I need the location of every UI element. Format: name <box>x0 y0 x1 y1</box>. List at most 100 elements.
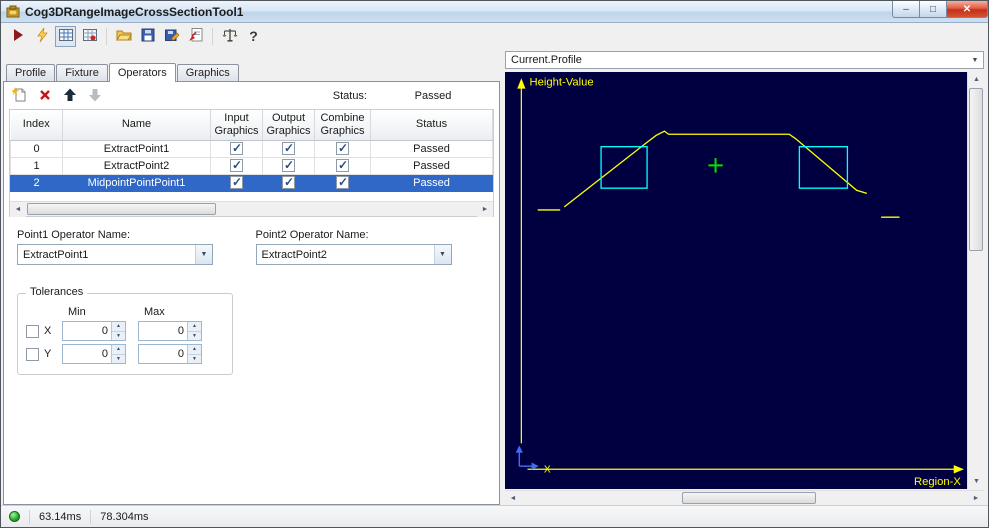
col-header-input-graphics[interactable]: Input Graphics <box>210 110 263 141</box>
output-graphics-checkbox[interactable] <box>282 175 295 189</box>
cell-status: Passed <box>370 139 493 158</box>
point2-operator-combobox[interactable]: ExtractPoint2 ▼ <box>255 244 452 265</box>
cell-name: ExtractPoint1 <box>62 139 211 158</box>
table-row-selected[interactable]: 2 MidpointPointPoint1 Passed <box>10 173 493 192</box>
close-button[interactable]: ✕ <box>946 1 988 18</box>
scroll-left-arrow[interactable]: ◄ <box>10 202 26 217</box>
grid-horizontal-scrollbar[interactable]: ◄ ► <box>10 201 493 217</box>
delete-operator-button[interactable] <box>36 87 54 105</box>
show-last-run-image-button[interactable] <box>79 26 100 47</box>
scales-icon <box>222 27 238 46</box>
point2-operator-value: ExtractPoint2 <box>261 248 327 261</box>
scrollbar-thumb[interactable] <box>969 88 983 251</box>
cell-index: 0 <box>10 139 63 158</box>
spin-down-icon[interactable]: ▼ <box>188 331 201 340</box>
open-folder-icon <box>115 27 132 46</box>
spin-up-icon[interactable]: ▲ <box>188 322 201 332</box>
save-button[interactable] <box>137 26 158 47</box>
profile-horizontal-scrollbar[interactable]: ◄ ► <box>505 490 984 506</box>
run-icon <box>10 27 26 46</box>
scroll-down-arrow[interactable]: ▼ <box>968 474 985 489</box>
show-current-image-button[interactable] <box>55 25 76 47</box>
point2-operator-label: Point2 Operator Name: <box>255 229 369 241</box>
table-row[interactable]: 0 ExtractPoint1 Passed <box>10 139 493 158</box>
tolerance-x-min-value: 0 <box>101 325 108 337</box>
input-graphics-checkbox[interactable] <box>230 158 243 172</box>
chevron-down-icon[interactable]: ▼ <box>433 245 451 264</box>
combine-graphics-checkbox[interactable] <box>336 175 349 189</box>
import-results-button[interactable] <box>185 26 206 47</box>
extract-region-box[interactable] <box>600 146 648 189</box>
scroll-up-arrow[interactable]: ▲ <box>968 72 985 87</box>
spin-up-icon[interactable]: ▲ <box>112 322 125 332</box>
operators-grid-body: Index Name Input Graphics Output Graphic… <box>10 110 493 201</box>
chevron-down-icon[interactable]: ▼ <box>967 52 983 68</box>
spin-down-icon[interactable]: ▼ <box>112 331 125 340</box>
tolerance-y-max-spinner[interactable]: 0 ▲ ▼ <box>138 344 202 364</box>
trigger-button[interactable] <box>31 26 52 47</box>
combine-graphics-checkbox[interactable] <box>336 141 349 155</box>
col-header-name[interactable]: Name <box>62 110 211 141</box>
col-header-status[interactable]: Status <box>370 110 493 141</box>
scrollbar-track[interactable] <box>26 202 477 216</box>
origin-x-label: X <box>544 464 551 475</box>
titlebar: Cog3DRangeImageCrossSectionTool1 – □ ✕ <box>1 1 988 23</box>
input-graphics-checkbox[interactable] <box>230 141 243 155</box>
scroll-right-arrow[interactable]: ► <box>477 202 493 217</box>
tab-profile[interactable]: Profile <box>6 64 56 81</box>
point1-operator-combobox[interactable]: ExtractPoint1 ▼ <box>17 244 213 265</box>
execution-time: 63.14ms <box>39 510 82 523</box>
scroll-right-arrow[interactable]: ► <box>968 491 984 506</box>
window-title: Cog3DRangeImageCrossSectionTool1 <box>25 4 244 19</box>
spin-up-icon[interactable]: ▲ <box>112 345 125 355</box>
scrollbar-thumb[interactable] <box>681 492 816 504</box>
scrollbar-thumb[interactable] <box>27 203 217 215</box>
extract-region-box[interactable] <box>798 146 849 189</box>
combine-graphics-checkbox[interactable] <box>336 158 349 172</box>
run-button[interactable] <box>7 26 28 47</box>
tab-graphics[interactable]: Graphics <box>176 64 239 81</box>
add-operator-button[interactable] <box>11 86 29 105</box>
cell-index: 1 <box>10 156 63 175</box>
scroll-left-arrow[interactable]: ◄ <box>505 491 521 506</box>
tab-fixture[interactable]: Fixture <box>56 64 108 81</box>
import-icon <box>188 27 204 46</box>
open-button[interactable] <box>113 26 134 47</box>
help-button[interactable]: ? <box>243 26 264 47</box>
tolerance-x-checkbox[interactable] <box>26 324 39 338</box>
minimize-button[interactable]: – <box>892 1 920 18</box>
maximize-button[interactable]: □ <box>920 1 946 18</box>
tolerance-y-min-spinner[interactable]: 0 ▲ ▼ <box>62 344 126 364</box>
lightning-icon <box>34 27 50 46</box>
x-axis <box>527 465 964 474</box>
scrollbar-track[interactable] <box>968 87 984 474</box>
save-icon <box>140 27 156 46</box>
output-graphics-checkbox[interactable] <box>282 141 295 155</box>
tab-operators[interactable]: Operators <box>108 63 176 82</box>
spin-down-icon[interactable]: ▼ <box>188 354 201 363</box>
move-down-button[interactable] <box>86 87 104 105</box>
table-row[interactable]: 1 ExtractPoint2 Passed <box>10 156 493 175</box>
save-as-button[interactable] <box>161 26 182 47</box>
cell-name: ExtractPoint2 <box>62 156 211 175</box>
tolerance-x-max-spinner[interactable]: 0 ▲ ▼ <box>138 321 202 341</box>
chevron-down-icon[interactable]: ▼ <box>195 245 212 264</box>
col-header-index[interactable]: Index <box>10 110 63 141</box>
cell-name: MidpointPointPoint1 <box>62 173 211 192</box>
input-graphics-checkbox[interactable] <box>230 175 243 189</box>
scrollbar-track[interactable] <box>521 491 968 505</box>
tolerance-y-checkbox[interactable] <box>26 347 39 361</box>
measure-button[interactable] <box>219 26 240 47</box>
main-toolbar: ? <box>1 23 988 49</box>
spin-up-icon[interactable]: ▲ <box>188 345 201 355</box>
profile-vertical-scrollbar[interactable]: ▲ ▼ <box>967 72 985 489</box>
output-graphics-checkbox[interactable] <box>282 158 295 172</box>
profile-source-combobox[interactable]: Current.Profile ▼ <box>505 51 984 69</box>
col-header-combine-graphics[interactable]: Combine Graphics <box>314 110 371 141</box>
status-value: Passed <box>414 90 452 102</box>
move-up-button[interactable] <box>61 87 79 105</box>
profile-display[interactable]: Height-Value Region-X X <box>505 72 967 489</box>
tolerance-x-min-spinner[interactable]: 0 ▲ ▼ <box>62 321 126 341</box>
spin-down-icon[interactable]: ▼ <box>112 354 125 363</box>
col-header-output-graphics[interactable]: Output Graphics <box>262 110 315 141</box>
